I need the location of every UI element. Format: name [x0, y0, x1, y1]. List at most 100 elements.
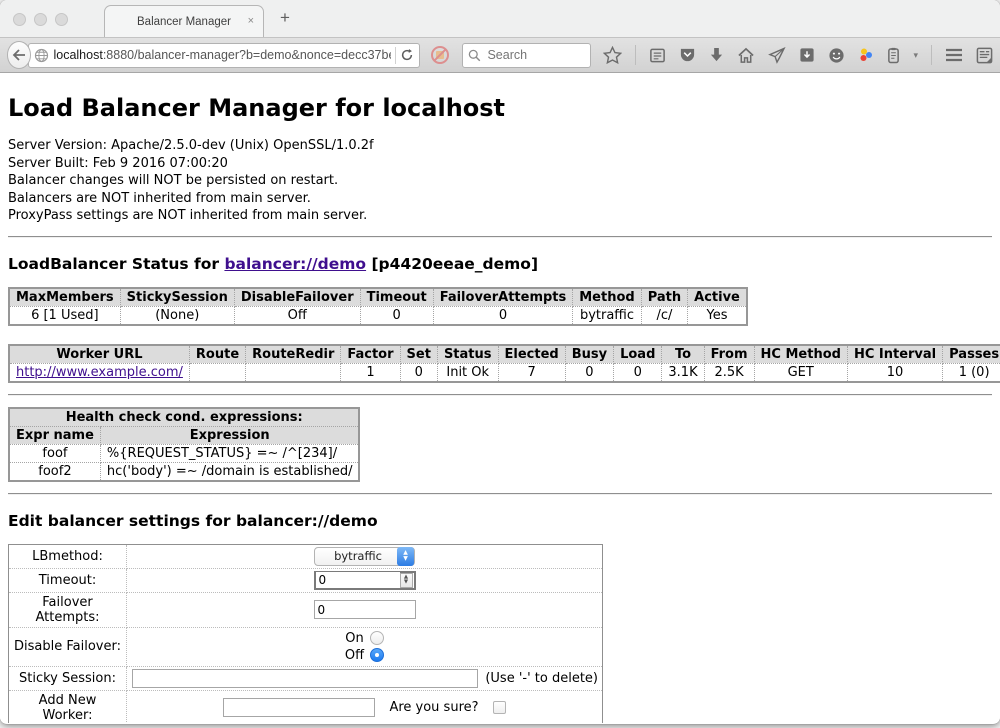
- timeout-label: Timeout:: [9, 568, 127, 592]
- menu-hamburger-icon[interactable]: [945, 48, 963, 62]
- server-built-line: Server Built: Feb 9 2016 07:00:20: [8, 155, 992, 173]
- add-worker-input[interactable]: [223, 698, 375, 717]
- off-radio-label: Off: [345, 647, 364, 664]
- sticky-session-row: Sticky Session: (Use '-' to delete): [9, 666, 603, 690]
- add-worker-label: Add New Worker:: [9, 690, 127, 723]
- number-spinner-icon[interactable]: ▲▼: [400, 573, 413, 588]
- failover-attempts-label: Failover Attempts:: [9, 592, 127, 627]
- column-header: Method: [573, 288, 641, 307]
- table-cell: 0: [433, 306, 573, 325]
- tab-close-icon[interactable]: ×: [248, 15, 254, 27]
- save-page-icon[interactable]: [799, 47, 815, 63]
- status-heading-suffix: [p4420eeae_demo]: [366, 255, 538, 273]
- table-row: foof2hc('body') =~ /domain is establishe…: [9, 462, 359, 481]
- worker-status-table: Worker URLRouteRouteRedirFactorSetStatus…: [8, 344, 1000, 383]
- home-icon[interactable]: [737, 47, 755, 64]
- balancer-status-table: MaxMembersStickySessionDisableFailoverTi…: [8, 287, 748, 326]
- add-worker-row: Add New Worker: Are you sure?: [9, 690, 603, 723]
- failover-attempts-input[interactable]: [314, 600, 416, 619]
- close-window-button[interactable]: [13, 13, 26, 26]
- table-cell: foof: [9, 444, 100, 462]
- failover-attempts-row: Failover Attempts:: [9, 592, 603, 627]
- minimize-window-button[interactable]: [34, 13, 47, 26]
- column-header: Set: [400, 345, 437, 364]
- disable-failover-off-radio[interactable]: [370, 648, 384, 662]
- table-row: foof%{REQUEST_STATUS} =~ /^[234]/: [9, 444, 359, 462]
- page-title: Load Balancer Manager for localhost: [8, 94, 992, 122]
- reload-icon[interactable]: [400, 48, 414, 62]
- globe-icon: [34, 48, 49, 63]
- search-input[interactable]: [485, 47, 585, 63]
- table-cell: 1 (0): [943, 363, 1000, 382]
- health-check-table: Health check cond. expressions:Expr name…: [8, 407, 360, 482]
- proxypass-notice-line: ProxyPass settings are NOT inherited fro…: [8, 207, 992, 225]
- url-divider: [395, 47, 396, 64]
- select-stepper-icon: ▲▼: [397, 547, 414, 566]
- zoom-window-button[interactable]: [55, 13, 68, 26]
- loadbalancer-status-heading: LoadBalancer Status for balancer://demo …: [8, 255, 992, 273]
- tab-title: Balancer Manager: [137, 16, 231, 28]
- column-header: Status: [437, 345, 498, 364]
- url-text[interactable]: localhost:8880/balancer-manager?b=demo&n…: [53, 48, 391, 62]
- table-cell: 3.1K: [662, 363, 704, 382]
- feedback-smiley-icon[interactable]: [828, 47, 845, 64]
- table-cell: 1: [341, 363, 400, 382]
- lbmethod-selected-value: bytraffic: [327, 549, 389, 563]
- table-cell: 0: [360, 306, 433, 325]
- extension-colordots-icon[interactable]: [858, 47, 874, 63]
- page-content: Load Balancer Manager for localhost Serv…: [0, 73, 1000, 723]
- table-header-row: MaxMembersStickySessionDisableFailoverTi…: [9, 288, 747, 307]
- overflow-caret-icon[interactable]: ▾: [913, 50, 918, 61]
- balancer-settings-form: LBmethod: bytraffic ▲▼ Timeout: ▲▼: [8, 544, 603, 723]
- are-you-sure-checkbox[interactable]: [493, 701, 506, 714]
- table-cell: 6 [1 Used]: [9, 306, 120, 325]
- worker-url-link[interactable]: http://www.example.com/: [16, 365, 183, 380]
- send-tab-icon[interactable]: [768, 47, 786, 64]
- column-header: Worker URL: [9, 345, 189, 364]
- column-header: StickySession: [120, 288, 234, 307]
- pocket-icon[interactable]: [679, 47, 696, 64]
- lbmethod-select[interactable]: bytraffic ▲▼: [314, 547, 415, 566]
- divider: [8, 493, 992, 495]
- column-header: FailoverAttempts: [433, 288, 573, 307]
- new-tab-button[interactable]: +: [280, 8, 290, 28]
- table-cell: /c/: [641, 306, 687, 325]
- timeout-row: Timeout: ▲▼: [9, 568, 603, 592]
- clipboard-extension-icon[interactable]: [887, 47, 900, 64]
- tab-balancer-manager[interactable]: Balancer Manager ×: [104, 5, 264, 37]
- search-bar[interactable]: [462, 43, 591, 68]
- disable-failover-on-radio[interactable]: [370, 631, 384, 645]
- balancer-demo-link[interactable]: balancer://demo: [224, 255, 366, 273]
- toolbar-separator: [635, 45, 636, 65]
- column-header: Timeout: [360, 288, 433, 307]
- column-header: HC Interval: [847, 345, 942, 364]
- persist-notice-line: Balancer changes will NOT be persisted o…: [8, 172, 992, 190]
- screenshot-extension-icon[interactable]: [976, 47, 993, 64]
- table-cell: [246, 363, 341, 382]
- table-cell: Off: [234, 306, 360, 325]
- on-radio-label: On: [345, 630, 363, 647]
- tab-bar: Balancer Manager × +: [0, 0, 1000, 37]
- table-cell: [189, 363, 245, 382]
- window-controls: [13, 13, 68, 26]
- url-host: localhost: [53, 48, 102, 62]
- table-cell: hc('body') =~ /domain is established/: [100, 462, 359, 481]
- sticky-session-input[interactable]: [132, 669, 478, 688]
- timeout-input[interactable]: [316, 572, 400, 588]
- lbmethod-label: LBmethod:: [9, 544, 127, 568]
- url-bar[interactable]: localhost:8880/balancer-manager?b=demo&n…: [28, 43, 420, 68]
- are-you-sure-label: Are you sure?: [389, 700, 478, 715]
- bookmark-star-icon[interactable]: [603, 46, 622, 64]
- timeout-field-wrap: ▲▼: [314, 571, 416, 590]
- column-header: Load: [614, 345, 662, 364]
- toolbar-separator: [931, 45, 932, 65]
- bookmarks-menu-icon[interactable]: [649, 47, 666, 64]
- content-blocked-icon[interactable]: [430, 45, 450, 65]
- table-cell: 0: [614, 363, 662, 382]
- table-row: 6 [1 Used](None)Off00bytraffic/c/Yes: [9, 306, 747, 325]
- download-icon[interactable]: [709, 47, 724, 64]
- column-header: Busy: [565, 345, 613, 364]
- column-header: Expression: [100, 426, 359, 444]
- divider: [8, 236, 992, 238]
- url-path: :8880/balancer-manager?b=demo&nonce=decc…: [103, 48, 392, 62]
